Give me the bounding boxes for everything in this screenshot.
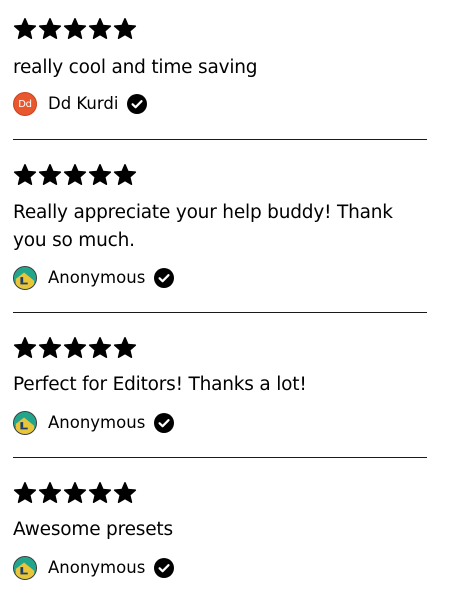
star-icon [63,164,87,185]
star-icon [113,164,137,185]
star-icon [113,337,137,358]
star-icon [63,482,87,503]
star-icon [38,18,62,39]
review-text: Awesome presets [13,519,173,540]
star-icon [113,18,137,39]
review-text: really cool and time saving [13,57,258,78]
star-rating [13,481,137,505]
author-name: Anonymous [48,268,146,287]
verified-check-icon [154,268,175,288]
star-icon [38,482,62,503]
review-author: Anonymous [13,265,175,291]
reviews-list: really cool and time saving Dd Dd Kurdi … [0,0,450,596]
star-rating [13,17,137,41]
avatar [13,411,37,435]
star-icon [38,164,62,185]
verified-check-icon [154,558,175,578]
star-icon [13,337,37,358]
star-icon [88,164,112,185]
avatar [13,556,37,580]
review-text: Really appreciate your help buddy! Thank… [13,202,393,251]
star-icon [88,337,112,358]
star-icon [88,18,112,39]
review-text: Perfect for Editors! Thanks a lot! [13,374,307,395]
star-icon [113,482,137,503]
verified-check-icon [127,94,148,114]
avatar [13,266,37,290]
star-icon [13,482,37,503]
star-icon [13,164,37,185]
review-author: Dd Dd Kurdi [13,91,148,117]
star-icon [13,18,37,39]
author-name: Anonymous [48,558,146,577]
verified-check-icon [154,413,175,433]
avatar: Dd [13,92,37,116]
star-icon [38,337,62,358]
review-author: Anonymous [13,555,175,581]
star-rating [13,163,137,187]
anonymous-avatar-icon [14,557,36,579]
star-icon [63,337,87,358]
review-author: Anonymous [13,410,175,436]
star-icon [88,482,112,503]
star-rating [13,336,137,360]
anonymous-avatar-icon [14,412,36,434]
author-name: Dd Kurdi [48,94,119,113]
anonymous-avatar-icon [14,267,36,289]
author-name: Anonymous [48,413,146,432]
star-icon [63,18,87,39]
